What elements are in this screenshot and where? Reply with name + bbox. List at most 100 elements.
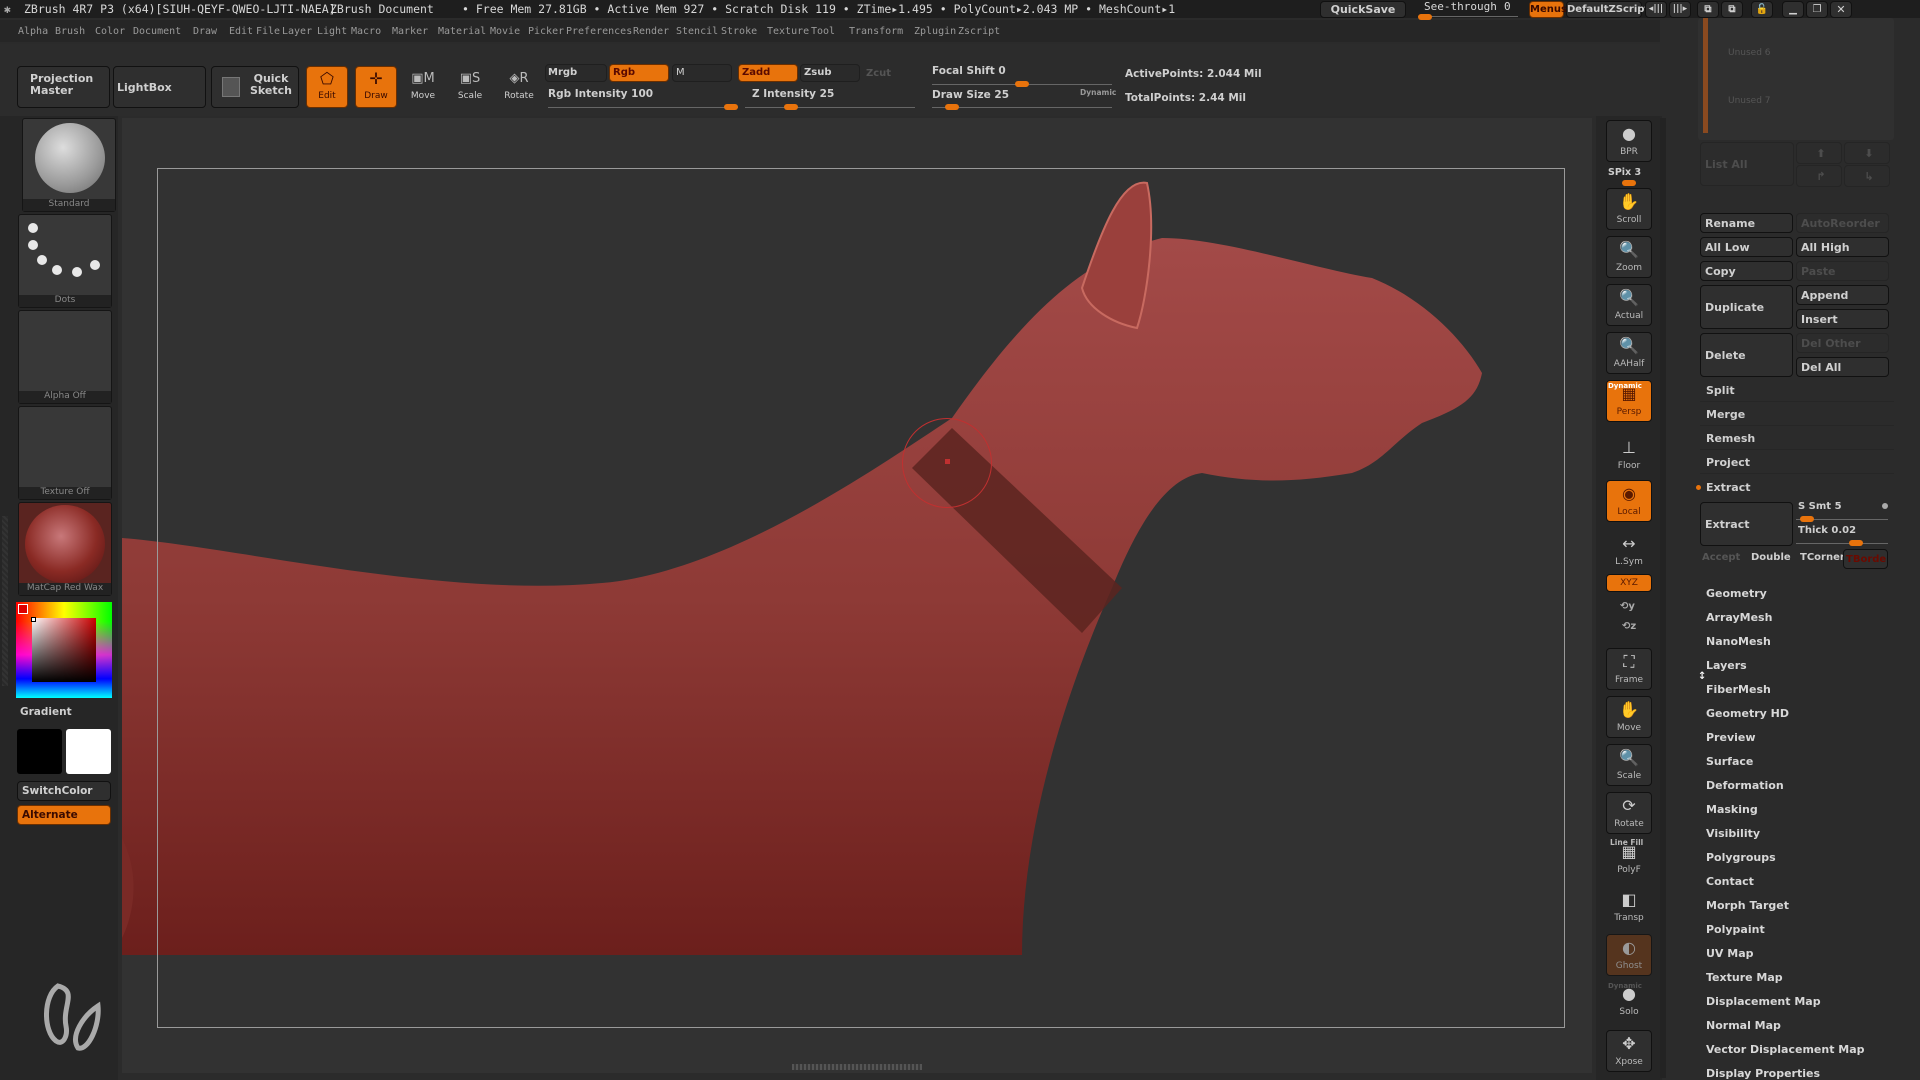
bpr-button[interactable]: ● BPR <box>1606 120 1652 162</box>
menu-transform[interactable]: Transform <box>849 26 903 37</box>
menus-button[interactable]: Menus <box>1529 1 1567 18</box>
menu-tool[interactable]: Tool <box>811 26 835 37</box>
floor-button[interactable]: ⊥ Floor <box>1606 434 1652 476</box>
transp-button[interactable]: ◧ Transp <box>1606 886 1652 928</box>
dynamic-toggle[interactable]: Dynamic <box>1080 88 1116 97</box>
shrink-left-icon[interactable]: ◂||| <box>1645 1 1667 18</box>
move-button[interactable]: ✋ Move <box>1606 696 1652 738</box>
bottom-tray-handle[interactable] <box>792 1064 922 1070</box>
insert-button[interactable]: Insert <box>1796 309 1889 329</box>
list-all-button[interactable]: List All <box>1700 142 1794 186</box>
menu-edit[interactable]: Edit <box>229 26 253 37</box>
layout-next-icon[interactable]: ⧉ <box>1721 1 1743 18</box>
main-color-swatch[interactable] <box>17 729 62 774</box>
menu-preferences[interactable]: Preferences <box>566 26 632 37</box>
menu-light[interactable]: Light <box>317 26 347 37</box>
mrgb-button[interactable]: Mrgb <box>545 64 607 82</box>
spix-knob[interactable] <box>1622 180 1636 186</box>
lightbox-button[interactable]: LightBox <box>113 66 206 108</box>
subpalette-visibility[interactable]: Visibility <box>1706 827 1760 840</box>
draw-size-slider[interactable] <box>932 107 1112 108</box>
scroll-button[interactable]: ✋ Scroll <box>1606 188 1652 230</box>
rename-button[interactable]: Rename <box>1700 213 1793 233</box>
color-square[interactable] <box>32 618 96 682</box>
subpalette-uv-map[interactable]: UV Map <box>1706 947 1754 960</box>
subpalette-display-properties[interactable]: Display Properties <box>1706 1067 1820 1080</box>
close-icon[interactable]: ✕ <box>1830 1 1852 18</box>
menu-color[interactable]: Color <box>95 26 125 37</box>
menu-zplugin[interactable]: Zplugin <box>914 26 956 37</box>
menu-macro[interactable]: Macro <box>351 26 381 37</box>
quick-sketch-button[interactable]: Quick Sketch <box>211 66 299 108</box>
all-high-button[interactable]: All High <box>1796 237 1889 257</box>
menu-layer[interactable]: Layer <box>282 26 312 37</box>
menu-picker[interactable]: Picker <box>528 26 564 37</box>
lsym-button[interactable]: ↔ L.Sym <box>1606 530 1652 572</box>
stroke-thumbnail[interactable]: Dots <box>18 214 112 308</box>
scale-button[interactable]: ▣S Scale <box>449 66 491 108</box>
minimize-icon[interactable]: ▁ <box>1782 1 1804 18</box>
del-other-button[interactable]: Del Other <box>1796 333 1889 353</box>
zsub-button[interactable]: Zsub <box>800 64 860 82</box>
copy-button[interactable]: Copy <box>1700 261 1793 281</box>
menu-alpha[interactable]: Alpha <box>18 26 48 37</box>
menu-render[interactable]: Render <box>633 26 669 37</box>
draw-size-knob[interactable] <box>945 104 960 110</box>
aahalf-button[interactable]: 🔍 AAHalf <box>1606 332 1652 374</box>
s-smt-knob[interactable] <box>1799 516 1814 522</box>
edit-button[interactable]: ⬠ Edit <box>306 66 348 108</box>
material-thumbnail[interactable]: MatCap Red Wax <box>18 502 112 596</box>
rotate-button[interactable]: ⟳ Rotate <box>1606 792 1652 834</box>
extract-button[interactable]: Extract <box>1700 502 1793 546</box>
subpalette-polygroups[interactable]: Polygroups <box>1706 851 1776 864</box>
menu-movie[interactable]: Movie <box>490 26 520 37</box>
local-button[interactable]: ◉ Local <box>1606 480 1652 522</box>
menu-brush[interactable]: Brush <box>55 26 85 37</box>
subpalette-arraymesh[interactable]: ArrayMesh <box>1706 611 1772 624</box>
move-in-icon[interactable]: ↳ <box>1844 165 1890 187</box>
subpalette-preview[interactable]: Preview <box>1706 731 1756 744</box>
subpalette-vector-displacement-map[interactable]: Vector Displacement Map <box>1706 1043 1865 1056</box>
subpalette-deformation[interactable]: Deformation <box>1706 779 1784 792</box>
subpalette-surface[interactable]: Surface <box>1706 755 1753 768</box>
xpose-button[interactable]: ✥ Xpose <box>1606 1030 1652 1072</box>
move-out-icon[interactable]: ↱ <box>1796 165 1842 187</box>
subpalette-masking[interactable]: Masking <box>1706 803 1758 816</box>
subpalette-nanomesh[interactable]: NanoMesh <box>1706 635 1771 648</box>
subpalette-geometry-hd[interactable]: Geometry HD <box>1706 707 1789 720</box>
restore-icon[interactable]: ❐ <box>1806 1 1828 18</box>
subpalette-texture-map[interactable]: Texture Map <box>1706 971 1783 984</box>
rgb-intensity-knob[interactable] <box>724 104 738 110</box>
move-up-icon[interactable]: ⬆ <box>1796 142 1842 164</box>
menu-document[interactable]: Document <box>133 26 181 37</box>
extract-subpalette[interactable]: Extract <box>1700 476 1894 498</box>
secondary-color-swatch[interactable] <box>66 729 111 774</box>
paste-button[interactable]: Paste <box>1796 261 1889 281</box>
subpalette-displacement-map[interactable]: Displacement Map <box>1706 995 1821 1008</box>
subpalette-layers[interactable]: Layers <box>1706 659 1747 672</box>
subpalette-polypaint[interactable]: Polypaint <box>1706 923 1765 936</box>
lock-icon[interactable]: 🔓 <box>1751 1 1773 18</box>
remesh-subpalette[interactable]: Remesh <box>1700 428 1894 450</box>
projection-master-button[interactable]: Projection Master <box>17 66 110 108</box>
quicksave-button[interactable]: QuickSave <box>1320 1 1406 18</box>
z-intensity-knob[interactable] <box>784 104 798 110</box>
split-subpalette[interactable]: Split <box>1700 380 1894 402</box>
layer-item[interactable]: Unused 6 <box>1728 48 1771 58</box>
accept-button[interactable]: Accept <box>1702 552 1740 563</box>
menu-file[interactable]: File <box>256 26 280 37</box>
color-picker[interactable] <box>16 602 112 698</box>
move-down-icon[interactable]: ⬇ <box>1844 142 1890 164</box>
alpha-thumbnail[interactable]: Alpha Off <box>18 310 112 404</box>
rotate-button[interactable]: ◈R Rotate <box>497 66 541 108</box>
panel-divider[interactable] <box>1660 118 1666 1078</box>
texture-thumbnail[interactable]: Texture Off <box>18 406 112 500</box>
menu-marker[interactable]: Marker <box>392 26 428 37</box>
rotate-y-icon[interactable]: ⟲y <box>1620 601 1635 612</box>
expand-right-icon[interactable]: |||▸ <box>1669 1 1691 18</box>
see-through-slider[interactable] <box>1418 16 1518 17</box>
menu-stencil[interactable]: Stencil <box>676 26 718 37</box>
duplicate-button[interactable]: Duplicate <box>1700 285 1793 329</box>
autoreorder-button[interactable]: AutoReorder <box>1796 213 1889 233</box>
layer-scrollbar[interactable] <box>1703 18 1708 133</box>
